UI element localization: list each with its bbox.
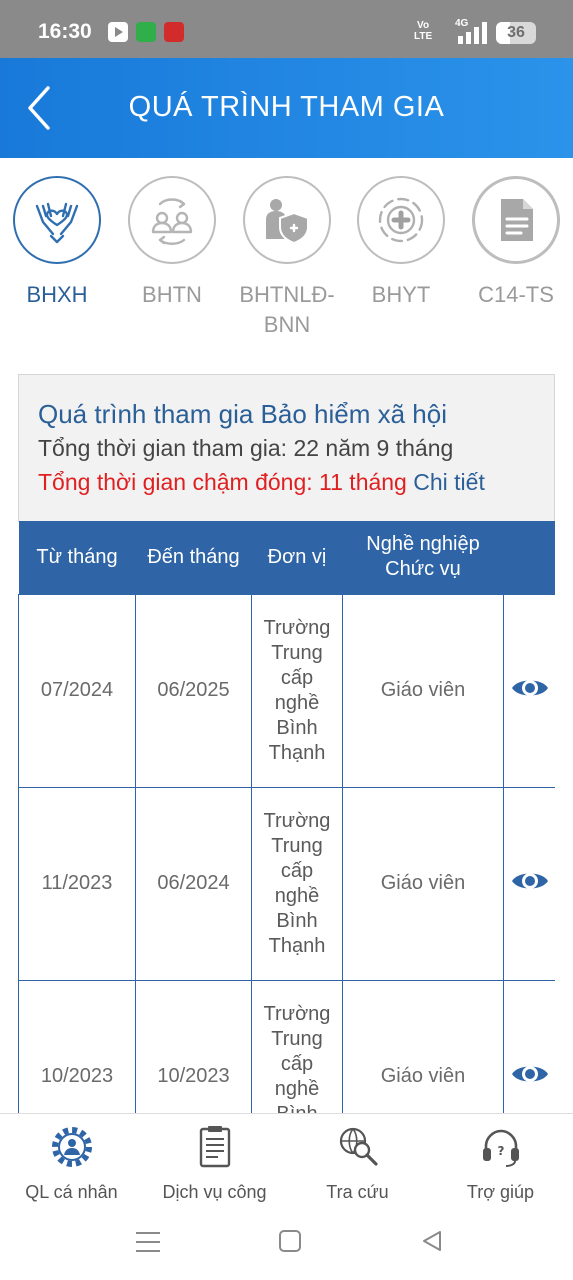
status-time: 16:30 <box>38 20 92 43</box>
table-row: 10/2023 10/2023 Trường Trung cấp nghề Bì… <box>18 979 555 1113</box>
col-header-job-line2: Chức vụ <box>385 558 461 581</box>
app-header: QUÁ TRÌNH THAM GIA <box>0 58 573 158</box>
app-notification-icon <box>136 22 156 42</box>
tab-icon-circle <box>13 176 101 264</box>
cell-from: 07/2024 <box>18 593 136 788</box>
people-exchange-icon <box>151 198 193 245</box>
table-header: Từ tháng Đến tháng Đơn vị Nghề nghiệp Ch… <box>18 521 555 594</box>
nav-label: QL cá nhân <box>25 1182 118 1202</box>
cell-from: 11/2023 <box>18 786 136 981</box>
col-header-job: Nghề nghiệp Chức vụ <box>342 521 504 594</box>
cell-to: 06/2024 <box>135 786 252 981</box>
signal-strength-icon <box>458 22 488 44</box>
svg-text:?: ? <box>497 1144 504 1158</box>
document-icon <box>501 199 533 241</box>
tab-c14-ts[interactable]: C14-TS <box>461 176 571 310</box>
col-header-job-line1: Nghề nghiệp <box>366 533 480 556</box>
tab-bhtnld-bnn[interactable]: BHTNLĐ- BNN <box>232 176 342 340</box>
cell-to: 06/2025 <box>135 593 252 788</box>
tab-icon-circle <box>472 176 560 264</box>
nav-label: Dịch vụ công <box>162 1182 267 1202</box>
nav-lookup[interactable]: Tra cứu <box>286 1124 429 1203</box>
headset-icon: ? <box>482 1129 519 1167</box>
nav-help[interactable]: ? Trợ giúp <box>429 1124 572 1203</box>
view-detail-button[interactable] <box>503 979 555 1113</box>
view-detail-button[interactable] <box>503 786 555 981</box>
insurance-type-tabs: BHXH BHTN BHTNLĐ- BNN BHYT C14-TS <box>0 170 573 340</box>
tab-label: C14-TS <box>478 282 554 307</box>
view-detail-button[interactable] <box>503 593 555 788</box>
cell-job: Giáo viên <box>342 979 504 1113</box>
system-back-icon[interactable] <box>420 1229 444 1253</box>
youtube-notification-icon <box>108 22 128 42</box>
col-header-from: Từ tháng <box>18 521 136 594</box>
table-row: 11/2023 06/2024 Trường Trung cấp nghề Bì… <box>18 786 555 981</box>
recent-apps-button[interactable] <box>136 1232 160 1252</box>
tab-label: BHXH <box>26 282 88 307</box>
nav-label: Trợ giúp <box>466 1182 535 1202</box>
tab-label-line1: BHTNLĐ- <box>239 282 335 307</box>
app-notification-icon-red <box>164 22 184 42</box>
globe-search-icon <box>339 1127 378 1166</box>
tab-label: BHYT <box>371 282 431 307</box>
tab-label: BHTN <box>142 282 202 307</box>
cell-from: 10/2023 <box>18 979 136 1113</box>
cell-unit: Trường Trung cấp nghề Bình Thạnh <box>251 593 343 788</box>
late-payment-line: Tổng thời gian chậm đóng: 11 tháng Chi t… <box>38 465 554 499</box>
hands-heart-icon <box>35 202 79 244</box>
home-button[interactable] <box>279 1230 301 1252</box>
summary-box: Quá trình tham gia Bảo hiểm xã hội Tổng … <box>18 374 555 522</box>
tab-icon-circle <box>128 176 216 264</box>
col-header-unit: Đơn vị <box>251 521 343 594</box>
volte-indicator: Vo LTE <box>414 20 433 42</box>
worker-shield-icon <box>266 199 309 245</box>
detail-link[interactable]: Chi tiết <box>413 469 485 495</box>
tab-bhyt[interactable]: BHYT <box>346 176 456 310</box>
bottom-navigation: QL cá nhân Dịch vụ công Tra cứu ? Trợ gi… <box>0 1113 573 1210</box>
table-row: 07/2024 06/2025 Trường Trung cấp nghề Bì… <box>18 593 555 788</box>
tab-icon-circle <box>243 176 331 264</box>
eye-icon <box>511 872 548 889</box>
cell-unit: Trường Trung cấp nghề Bình Thạnh <box>251 786 343 981</box>
battery-level: 36 <box>507 24 525 41</box>
eye-icon <box>511 1065 548 1082</box>
personal-gear-icon <box>51 1127 92 1167</box>
cell-unit: Trường Trung cấp nghề Bình Thạnh <box>251 979 343 1113</box>
cell-job: Giáo viên <box>342 593 504 788</box>
eye-icon <box>511 679 548 696</box>
clipboard-icon <box>199 1126 230 1168</box>
col-header-action <box>503 521 555 594</box>
tab-icon-circle <box>357 176 445 264</box>
summary-title: Quá trình tham gia Bảo hiểm xã hội <box>38 399 448 429</box>
medical-cross-icon <box>378 197 424 243</box>
late-payment-text: Tổng thời gian chậm đóng: 11 tháng <box>38 469 407 495</box>
total-duration: Tổng thời gian tham gia: 22 năm 9 tháng <box>38 435 454 461</box>
tab-bhtn[interactable]: BHTN <box>117 176 227 310</box>
page-title: QUÁ TRÌNH THAM GIA <box>128 91 445 123</box>
nav-label: Tra cứu <box>326 1182 389 1202</box>
battery-icon: 36 <box>496 22 536 44</box>
tab-label: BHTNLĐ- BNN <box>232 280 342 340</box>
col-header-to: Đến tháng <box>135 521 252 594</box>
system-navigation-bar <box>0 1210 573 1280</box>
cell-to: 10/2023 <box>135 979 252 1113</box>
tab-bhxh[interactable]: BHXH <box>2 176 112 310</box>
participation-table[interactable]: Từ tháng Đến tháng Đơn vị Nghề nghiệp Ch… <box>18 521 555 1113</box>
status-bar: 16:30 Vo LTE 4G 36 <box>0 0 573 58</box>
cell-job: Giáo viên <box>342 786 504 981</box>
nav-public-services[interactable]: Dịch vụ công <box>143 1124 286 1203</box>
nav-personal[interactable]: QL cá nhân <box>0 1124 143 1203</box>
tab-label-line2: BNN <box>263 312 311 337</box>
